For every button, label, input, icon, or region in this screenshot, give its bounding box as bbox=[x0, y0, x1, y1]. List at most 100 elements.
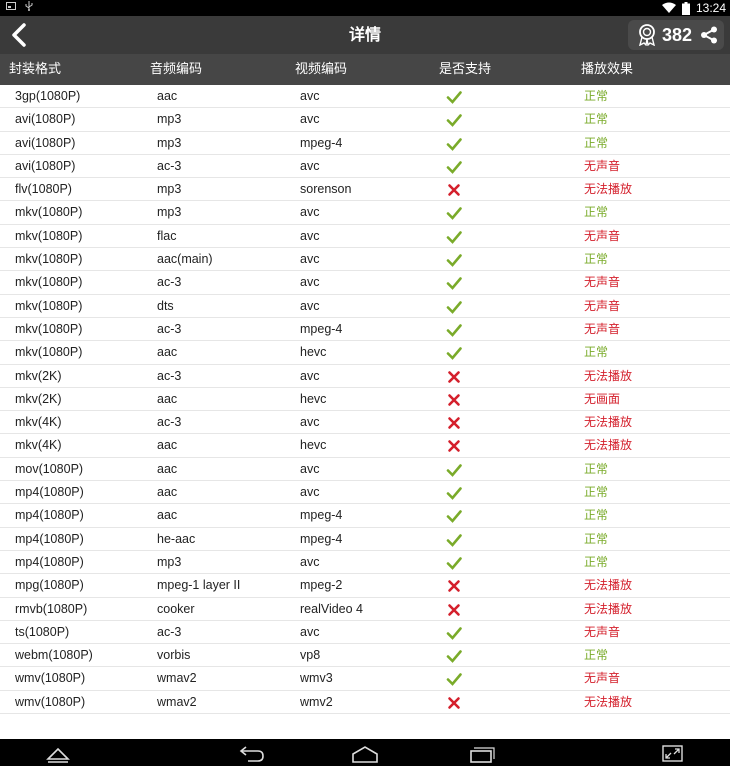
nav-fullscreen-icon[interactable] bbox=[652, 742, 692, 764]
check-icon bbox=[446, 324, 462, 337]
check-icon bbox=[446, 114, 462, 128]
cell-effect: 正常 bbox=[584, 554, 609, 569]
cell-video: avc bbox=[300, 485, 320, 500]
cell-effect: 无法播放 bbox=[584, 438, 633, 453]
cell-video: avc bbox=[300, 275, 320, 290]
cell-video: avc bbox=[300, 228, 320, 243]
clock: 13:24 bbox=[695, 1, 726, 15]
table-row[interactable]: 3gp(1080P) aac avc 正常 bbox=[0, 85, 730, 109]
table-row[interactable]: mkv(1080P) dts avc 无声音 bbox=[0, 295, 730, 318]
cell-video: mpeg-4 bbox=[300, 508, 343, 523]
check-icon bbox=[446, 137, 462, 151]
cell-video: avc bbox=[300, 415, 320, 430]
score-value: 382 bbox=[662, 24, 693, 45]
status-bar-left bbox=[6, 1, 34, 11]
table-row[interactable]: mp4(1080P) aac avc 正常 bbox=[0, 481, 730, 505]
table-row[interactable]: avi(1080P) mp3 mpeg-4 正常 bbox=[0, 132, 730, 155]
table-row[interactable]: mov(1080P) aac avc 正常 bbox=[0, 458, 730, 482]
cell-audio: ac-3 bbox=[157, 624, 182, 639]
check-icon bbox=[446, 627, 462, 640]
cell-format: mkv(1080P) bbox=[15, 252, 83, 267]
status-bar-right: 13:24 bbox=[661, 0, 726, 16]
table-row[interactable]: mp4(1080P) mp3 avc 正常 bbox=[0, 551, 730, 575]
cell-format: mkv(1080P) bbox=[15, 228, 83, 243]
cell-audio: ac-3 bbox=[157, 415, 182, 430]
nav-recent-apps-icon[interactable] bbox=[460, 742, 500, 764]
nav-back-icon[interactable] bbox=[38, 742, 78, 764]
cell-video: avc bbox=[300, 461, 320, 476]
cell-video: hevc bbox=[300, 345, 327, 360]
cell-audio: dts bbox=[157, 298, 174, 313]
check-icon bbox=[446, 277, 462, 291]
table-row[interactable]: mkv(1080P) mp3 avc 正常 bbox=[0, 201, 730, 225]
table-row[interactable]: mkv(1080P) aac hevc 正常 bbox=[0, 341, 730, 365]
check-icon bbox=[446, 650, 462, 664]
cell-format: mp4(1080P) bbox=[15, 508, 84, 523]
table-row[interactable]: mp4(1080P) aac mpeg-4 正常 bbox=[0, 504, 730, 528]
score-box[interactable]: 382 bbox=[628, 20, 724, 50]
cross-icon bbox=[448, 440, 460, 453]
cell-effect: 无声音 bbox=[584, 228, 621, 243]
nav-home-icon[interactable] bbox=[345, 742, 385, 764]
cell-audio: mp3 bbox=[157, 205, 182, 220]
cell-format: ts(1080P) bbox=[15, 624, 70, 639]
table-row[interactable]: ts(1080P) ac-3 avc 无声音 bbox=[0, 621, 730, 645]
cell-format: mp4(1080P) bbox=[15, 485, 84, 500]
cell-format: mkv(1080P) bbox=[15, 321, 83, 336]
cell-audio: aac bbox=[157, 508, 178, 523]
cell-effect: 无法播放 bbox=[584, 601, 633, 616]
cell-format: 3gp(1080P) bbox=[15, 89, 81, 103]
nav-return-icon[interactable] bbox=[230, 742, 270, 764]
check-icon bbox=[446, 533, 462, 547]
cell-audio: wmav2 bbox=[157, 694, 197, 709]
table-row[interactable]: rmvb(1080P) cooker realVideo 4 无法播放 bbox=[0, 598, 730, 621]
table-row[interactable]: mkv(1080P) aac(main) avc 正常 bbox=[0, 248, 730, 272]
column-effect: 播放效果 bbox=[581, 62, 634, 77]
cell-format: avi(1080P) bbox=[15, 112, 76, 127]
cell-effect: 无声音 bbox=[584, 298, 621, 313]
table-row[interactable]: mkv(4K) ac-3 avc 无法播放 bbox=[0, 411, 730, 435]
table-row[interactable]: mpg(1080P) mpeg-1 layer II mpeg-2 无法播放 bbox=[0, 574, 730, 598]
cell-effect: 正常 bbox=[584, 461, 609, 476]
cross-icon bbox=[448, 603, 460, 616]
table-row[interactable]: mkv(1080P) flac avc 无声音 bbox=[0, 225, 730, 249]
cell-video: mpeg-4 bbox=[300, 321, 343, 336]
table-body: 3gp(1080P) aac avc 正常 avi(1080P) mp3 avc 正常 avi(… bbox=[0, 85, 730, 715]
cell-effect: 正常 bbox=[584, 135, 609, 150]
cell-audio: mp3 bbox=[157, 112, 182, 127]
cell-video: mpeg-2 bbox=[300, 578, 343, 593]
cell-format: avi(1080P) bbox=[15, 158, 76, 173]
cell-format: avi(1080P) bbox=[15, 135, 76, 150]
share-icon[interactable] bbox=[700, 26, 718, 44]
table-row[interactable]: mkv(1080P) ac-3 avc 无声音 bbox=[0, 271, 730, 295]
table-row[interactable]: wmv(1080P) wmav2 wmv2 无法播放 bbox=[0, 691, 730, 715]
status-bar: 13:24 bbox=[0, 0, 730, 16]
cell-format: mpg(1080P) bbox=[15, 578, 84, 593]
battery-icon bbox=[681, 1, 690, 15]
cross-icon bbox=[448, 417, 460, 429]
cell-audio: wmav2 bbox=[157, 671, 197, 686]
cell-format: wmv(1080P) bbox=[15, 671, 86, 686]
cell-effect: 无法播放 bbox=[584, 578, 633, 593]
table-row[interactable]: mp4(1080P) he-aac mpeg-4 正常 bbox=[0, 528, 730, 551]
cell-audio: ac-3 bbox=[157, 275, 182, 290]
table-row[interactable]: mkv(2K) ac-3 avc 无法播放 bbox=[0, 365, 730, 388]
cell-video: mpeg-4 bbox=[300, 531, 343, 546]
table-row[interactable]: mkv(1080P) ac-3 mpeg-4 无声音 bbox=[0, 318, 730, 342]
cell-format: mkv(2K) bbox=[15, 368, 62, 383]
table-row[interactable]: webm(1080P) vorbis vp8 正常 bbox=[0, 644, 730, 668]
table-row[interactable]: mkv(4K) aac hevc 无法播放 bbox=[0, 434, 730, 458]
wifi-icon bbox=[661, 2, 676, 13]
table-row[interactable]: wmv(1080P) wmav2 wmv3 无声音 bbox=[0, 667, 730, 691]
table-row[interactable]: avi(1080P) ac-3 avc 无声音 bbox=[0, 155, 730, 179]
cell-format: flv(1080P) bbox=[15, 182, 72, 197]
table-row[interactable]: mkv(2K) aac hevc 无画面 bbox=[0, 388, 730, 412]
cross-icon bbox=[448, 370, 460, 383]
cell-video: vp8 bbox=[300, 648, 321, 663]
table-row[interactable]: flv(1080P) mp3 sorenson 无法播放 bbox=[0, 178, 730, 202]
cell-effect: 无声音 bbox=[584, 321, 621, 336]
cell-audio: aac bbox=[157, 391, 178, 406]
table-row[interactable]: avi(1080P) mp3 avc 正常 bbox=[0, 108, 730, 132]
cell-audio: vorbis bbox=[157, 648, 191, 663]
check-icon bbox=[446, 230, 462, 244]
